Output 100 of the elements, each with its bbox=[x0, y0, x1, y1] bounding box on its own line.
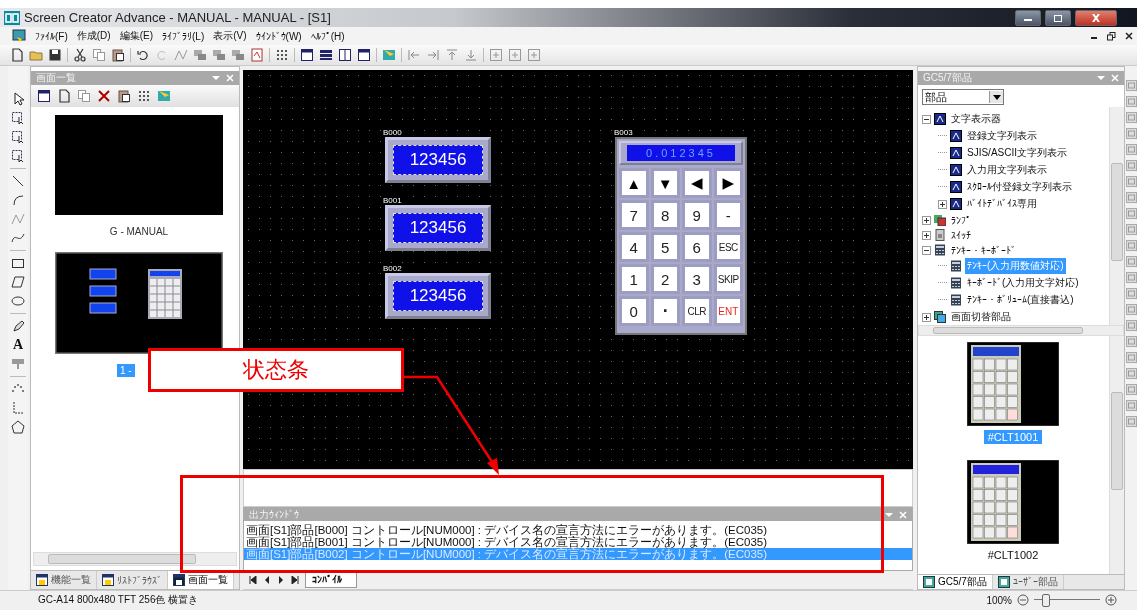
columns-icon[interactable] bbox=[338, 48, 352, 62]
copy-icon[interactable] bbox=[77, 89, 91, 103]
part-tool-icon[interactable] bbox=[1125, 96, 1137, 107]
expander-icon[interactable] bbox=[922, 245, 931, 255]
screen-label[interactable]: G - MANUAL bbox=[106, 225, 172, 238]
align-left-icon[interactable] bbox=[407, 48, 421, 62]
select-icon[interactable] bbox=[11, 111, 25, 125]
tree-item[interactable]: 登録文字列表示 bbox=[965, 128, 1039, 144]
pointer-icon[interactable] bbox=[11, 92, 25, 106]
numeric-display[interactable]: 123456 bbox=[385, 205, 491, 251]
output-line[interactable]: 画面[S1]部品[B001] コントロール[NUM000] : デバイス名の宣言方法にエラーがあります。(EC035) bbox=[244, 536, 912, 549]
menu-item[interactable]: ｳｲﾝﾄﾞｳ(W) bbox=[255, 30, 302, 42]
scrollbar[interactable] bbox=[33, 552, 237, 566]
part-tool-icon[interactable] bbox=[1125, 288, 1137, 299]
keypad-key[interactable]: 3 bbox=[682, 264, 712, 294]
tree-item[interactable]: ﾃﾝｷｰ・ﾎﾞﾘｭｰﾑ(直接書込) bbox=[965, 292, 1076, 308]
parallelogram-icon[interactable] bbox=[11, 275, 25, 289]
next-icon[interactable] bbox=[277, 576, 285, 584]
part-tool-icon[interactable] bbox=[1125, 192, 1137, 203]
part-tool-icon[interactable] bbox=[1125, 384, 1137, 395]
part-tool-icon[interactable] bbox=[1125, 352, 1137, 363]
undo-icon[interactable] bbox=[136, 48, 150, 62]
cut-icon[interactable] bbox=[73, 48, 87, 62]
stamp-icon[interactable] bbox=[11, 357, 25, 371]
keypad-key[interactable]: - bbox=[713, 200, 743, 230]
align-top-icon[interactable] bbox=[445, 48, 459, 62]
list-icon[interactable] bbox=[319, 48, 333, 62]
panel-tab[interactable]: GC5/7部品 bbox=[918, 575, 993, 589]
part-tool-icon[interactable] bbox=[1125, 128, 1137, 139]
keypad-key[interactable]: ESC bbox=[713, 232, 743, 262]
layers-icon[interactable] bbox=[193, 48, 207, 62]
numeric-display[interactable]: 123456 bbox=[385, 137, 491, 183]
panel-tab[interactable]: ﾘｽﾄﾌﾞﾗｳｽﾞ bbox=[97, 571, 168, 589]
zoom-in-icon[interactable] bbox=[1105, 594, 1117, 606]
scrollbar[interactable] bbox=[1109, 107, 1124, 325]
document-icon[interactable] bbox=[250, 48, 264, 62]
menu-item[interactable]: 編集(E) bbox=[119, 29, 153, 43]
tree-item[interactable]: ﾊﾞｲﾄﾃﾞﾊﾞｲｽ専用 bbox=[965, 196, 1039, 212]
keypad-key[interactable]: 9 bbox=[682, 200, 712, 230]
part-tool-icon[interactable] bbox=[1125, 272, 1137, 283]
keypad-thumbnail[interactable] bbox=[967, 342, 1059, 426]
part-tool-icon[interactable] bbox=[1125, 240, 1137, 251]
keypad-key[interactable]: ▼ bbox=[650, 168, 680, 198]
polyline-icon[interactable] bbox=[11, 212, 25, 226]
open-folder-icon[interactable] bbox=[29, 48, 43, 62]
panel-tab[interactable]: ﾕｰｻﾞｰ部品 bbox=[992, 575, 1064, 589]
curve-icon[interactable] bbox=[11, 231, 25, 245]
scrollbar[interactable] bbox=[1109, 336, 1124, 574]
expander-icon[interactable] bbox=[922, 312, 931, 322]
menu-item[interactable]: 表示(V) bbox=[213, 29, 247, 43]
window-icon[interactable] bbox=[357, 48, 371, 62]
keypad-key[interactable]: 4 bbox=[619, 232, 649, 262]
delete-icon[interactable] bbox=[97, 89, 111, 103]
tree-item[interactable]: ﾗﾝﾌﾟ bbox=[949, 213, 973, 227]
tree-item[interactable]: ｽｸﾛｰﾙ付登録文字列表示 bbox=[965, 179, 1074, 195]
rectangle-icon[interactable] bbox=[11, 256, 25, 270]
tree-item[interactable]: 画面切替部品 bbox=[949, 309, 1013, 325]
close-button[interactable] bbox=[1075, 9, 1117, 26]
part-tool-icon[interactable] bbox=[1125, 80, 1137, 91]
grid-icon[interactable] bbox=[275, 48, 289, 62]
part-tool-icon[interactable] bbox=[1125, 208, 1137, 219]
minimize-button[interactable] bbox=[1015, 9, 1041, 26]
pen-icon[interactable] bbox=[11, 319, 25, 333]
output-line[interactable]: 画面[S1]部品[B000] コントロール[NUM000] : デバイス名の宣言方法にエラーがあります。(EC035) bbox=[244, 524, 912, 537]
part-tool-icon[interactable] bbox=[1125, 256, 1137, 267]
align-bottom-icon[interactable] bbox=[464, 48, 478, 62]
window-icon[interactable] bbox=[37, 89, 51, 103]
expander-icon[interactable] bbox=[922, 114, 931, 124]
copy-icon[interactable] bbox=[92, 48, 106, 62]
zoom-slider[interactable] bbox=[1034, 594, 1100, 606]
expander-icon[interactable] bbox=[922, 215, 931, 225]
tree-item[interactable]: 文字表示器 bbox=[949, 111, 1003, 127]
keypad-key[interactable]: 2 bbox=[650, 264, 680, 294]
frame-icon[interactable] bbox=[527, 48, 541, 62]
keypad-key[interactable]: 5 bbox=[650, 232, 680, 262]
last-icon[interactable] bbox=[291, 576, 299, 584]
polyline-icon[interactable] bbox=[174, 48, 188, 62]
dropdown-icon[interactable] bbox=[212, 75, 220, 81]
first-icon[interactable] bbox=[249, 576, 257, 584]
previous-icon[interactable] bbox=[263, 576, 271, 584]
menu-item[interactable]: 作成(D) bbox=[76, 29, 111, 43]
part-tool-icon[interactable] bbox=[1125, 416, 1137, 427]
menu-item[interactable]: ﾌｧｲﾙ(F) bbox=[35, 30, 68, 42]
tree-item[interactable]: 入力用文字列表示 bbox=[965, 162, 1049, 178]
grid-icon[interactable] bbox=[137, 89, 151, 103]
keypad-key[interactable]: ENT bbox=[713, 296, 743, 326]
layers-icon[interactable] bbox=[231, 48, 245, 62]
restore-icon[interactable] bbox=[1107, 31, 1116, 41]
part-tool-icon[interactable] bbox=[1125, 224, 1137, 235]
part-tool-icon[interactable] bbox=[1125, 336, 1137, 347]
image-icon[interactable] bbox=[382, 48, 396, 62]
text-tool[interactable]: A bbox=[12, 338, 24, 352]
new-file-icon[interactable] bbox=[57, 89, 71, 103]
scrollbar[interactable] bbox=[918, 325, 1124, 336]
paste-icon[interactable] bbox=[117, 89, 131, 103]
frame-icon[interactable] bbox=[489, 48, 503, 62]
menu-item[interactable]: ﾗｲﾌﾞﾗﾘ(L) bbox=[162, 30, 205, 42]
part-tool-icon[interactable] bbox=[1125, 144, 1137, 155]
dropdown-icon[interactable] bbox=[885, 511, 893, 518]
tree-item[interactable]: ｽｲｯﾁ bbox=[949, 228, 973, 242]
